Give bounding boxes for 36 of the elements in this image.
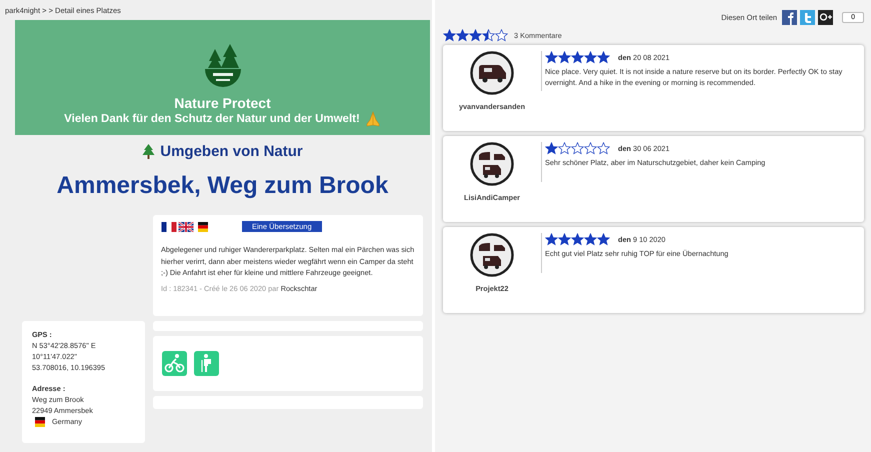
flag-icon[interactable] — [178, 222, 194, 232]
star-icon — [571, 51, 584, 64]
flag-icon[interactable] — [161, 222, 177, 232]
cycling-icon — [162, 351, 187, 376]
flag-icon — [32, 416, 48, 426]
tree-icon — [142, 144, 156, 159]
star-icon — [495, 29, 508, 42]
van-avatar-icon — [470, 51, 514, 95]
star-icon — [558, 142, 571, 155]
banner-subtitle: Vielen Dank für den Schutz der Natur und der Umwelt! — [64, 113, 360, 125]
star-icon — [584, 51, 597, 64]
star-icon — [443, 29, 456, 42]
star-icon — [584, 142, 597, 155]
star-icon — [597, 51, 610, 64]
category-heading: Umgeben von Natur — [160, 143, 303, 160]
star-icon — [597, 142, 610, 155]
star-icon — [571, 233, 584, 246]
google-plus-icon[interactable] — [818, 10, 834, 25]
star-icon — [558, 51, 571, 64]
star-icon — [545, 51, 558, 64]
star-icon — [571, 142, 584, 155]
banner-title: Nature Protect — [174, 95, 271, 111]
hiking-icon — [194, 351, 219, 376]
star-icon — [545, 142, 558, 155]
star-icon — [482, 29, 495, 42]
facebook-icon[interactable] — [782, 10, 798, 25]
star-icon — [584, 233, 597, 246]
campers-avatar-icon — [470, 233, 514, 277]
campers-avatar-icon — [470, 142, 514, 186]
star-icon — [558, 233, 571, 246]
star-icon — [456, 29, 469, 42]
star-icon — [597, 233, 610, 246]
place-title: Ammersbek, Weg zum Brook — [56, 172, 390, 200]
star-icon — [469, 29, 482, 42]
flag-icon[interactable] — [195, 222, 211, 232]
star-icon — [545, 233, 558, 246]
